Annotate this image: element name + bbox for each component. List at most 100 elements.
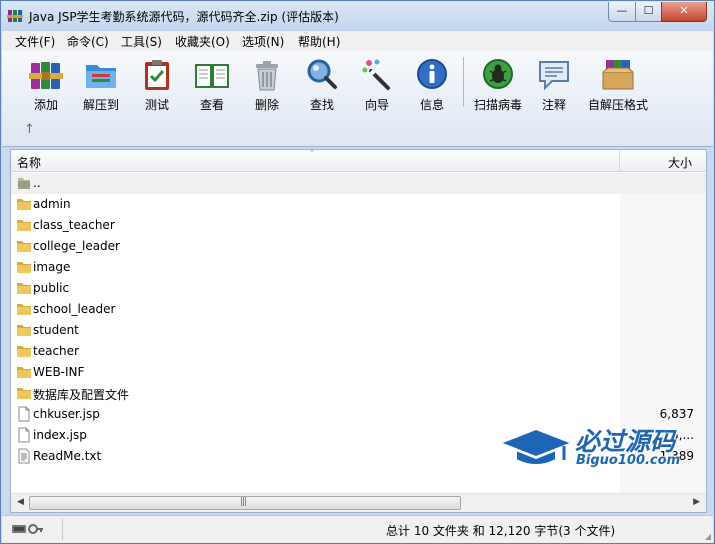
file-row[interactable]: .. [11,173,706,194]
file-name: public [33,281,70,295]
title-bar[interactable]: Java JSP学生考勤系统源代码，源代码齐全.zip (评估版本) — ☐ ✕ [1,1,714,31]
add-button[interactable]: 添加 [16,55,76,113]
file-row[interactable]: college_leader [11,236,706,257]
file-name: school_leader [33,302,116,316]
file-name: index.jsp [33,428,87,442]
file-icon [16,427,32,443]
folder-icon [16,196,32,212]
folder-icon [16,280,32,296]
view-button[interactable]: 查看 [182,55,242,113]
file-row[interactable]: public [11,278,706,299]
file-name: image [33,260,71,274]
wizard-wand-icon [362,59,390,90]
menu-command[interactable]: 命令(C) [67,33,109,50]
file-name: college_leader [33,239,120,253]
status-divider [62,518,63,540]
resize-grip-icon[interactable]: ◢ [705,532,711,541]
wizard-button[interactable]: 向导 [347,55,407,113]
status-bar: 总计 10 文件夹 和 12,120 字节(3 个文件) ◢ [2,515,713,543]
scroll-grip-icon: ||| [240,497,247,507]
horizontal-scrollbar[interactable]: ◀ ||| ▶ [11,493,706,512]
test-button[interactable]: 测试 [127,55,187,113]
status-summary: 总计 10 文件夹 和 12,120 字节(3 个文件) [386,524,616,538]
winrar-app-icon [7,10,23,22]
info-icon [417,59,447,89]
test-label: 测试 [144,98,169,112]
minimize-button[interactable]: — [608,2,636,22]
file-name: 数据库及配置文件 [33,388,130,402]
wizard-label: 向导 [364,98,389,112]
scroll-right-arrow[interactable]: ▶ [693,497,700,507]
file-row[interactable]: 数据库及配置文件 [11,383,706,404]
add-books-icon [29,62,63,89]
menu-help[interactable]: 帮助(H) [298,33,340,50]
menu-options[interactable]: 选项(N) [242,33,284,50]
file-name: student [33,323,79,337]
file-icon [16,406,32,422]
winrar-window: Java JSP学生考勤系统源代码，源代码齐全.zip (评估版本) — ☐ ✕… [0,0,715,544]
text-file-icon [16,448,32,464]
watermark-text: 必过源码 Biguo100.com [498,423,698,473]
file-name: teacher [33,344,79,358]
sfx-button[interactable]: 自解压格式 [587,55,649,113]
file-name: admin [33,197,71,211]
watermark-url: Biguo100.com [576,453,681,468]
find-label: 查找 [309,98,334,112]
sort-ascending-icon: ˄ [310,149,314,158]
menu-favorites[interactable]: 收藏夹(O) [175,33,230,50]
virus-scan-icon [483,59,513,89]
delete-button[interactable]: 删除 [237,55,297,113]
drive-key-icon[interactable] [12,523,44,535]
file-name: .. [33,176,41,190]
folder-icon [16,259,32,275]
maximize-button[interactable]: ☐ [635,2,662,22]
info-button[interactable]: 信息 [402,55,462,113]
toolbar: 添加 解压到 测试 查看 删除 查找 向导 信息 扫描病毒 注释 自解压格式 ↑ [2,51,713,147]
file-row[interactable]: teacher [11,341,706,362]
list-header: 名称 ˄ 大小 [11,150,706,172]
file-name: ReadMe.txt [33,449,102,463]
folder-icon [16,364,32,380]
delete-trash-icon [256,61,278,91]
column-divider[interactable] [619,150,620,172]
column-name-header[interactable]: 名称 [17,154,41,171]
sfx-box-icon [602,60,634,90]
file-size: 6,837 [659,407,694,421]
close-button[interactable]: ✕ [661,2,707,22]
folder-icon [16,301,32,317]
info-label: 信息 [419,98,444,112]
menu-bar: 文件(F) 命令(C) 工具(S) 收藏夹(O) 选项(N) 帮助(H) [2,31,713,51]
file-row[interactable]: class_teacher [11,215,706,236]
parent-folder-icon [16,175,32,191]
comment-icon [539,61,569,91]
comment-label: 注释 [541,98,566,112]
scroll-left-arrow[interactable]: ◀ [17,497,24,507]
add-label: 添加 [33,98,58,112]
folder-icon [16,343,32,359]
file-row[interactable]: school_leader [11,299,706,320]
folder-icon [16,217,32,233]
up-one-level-button[interactable]: ↑ [24,122,35,137]
folder-icon [16,322,32,338]
find-button[interactable]: 查找 [292,55,352,113]
menu-file[interactable]: 文件(F) [15,33,55,50]
column-size-header[interactable]: 大小 [668,154,692,171]
extract-to-button[interactable]: 解压到 [71,55,131,113]
comment-button[interactable]: 注释 [524,55,584,113]
toolbar-separator [463,57,464,107]
extract-folder-icon [86,65,116,88]
file-row[interactable]: image [11,257,706,278]
file-row[interactable]: admin [11,194,706,215]
virus-scan-button[interactable]: 扫描病毒 [468,55,528,113]
folder-icon [16,385,32,401]
view-book-icon [195,64,229,88]
file-row[interactable]: student [11,320,706,341]
menu-tools[interactable]: 工具(S) [121,33,162,50]
file-row[interactable]: WEB-INF [11,362,706,383]
virus-scan-label: 扫描病毒 [473,98,522,112]
scroll-thumb[interactable]: ||| [29,496,461,510]
file-name: class_teacher [33,218,115,232]
view-label: 查看 [199,98,224,112]
find-magnifier-icon [307,59,337,89]
extract-to-label: 解压到 [82,98,119,112]
